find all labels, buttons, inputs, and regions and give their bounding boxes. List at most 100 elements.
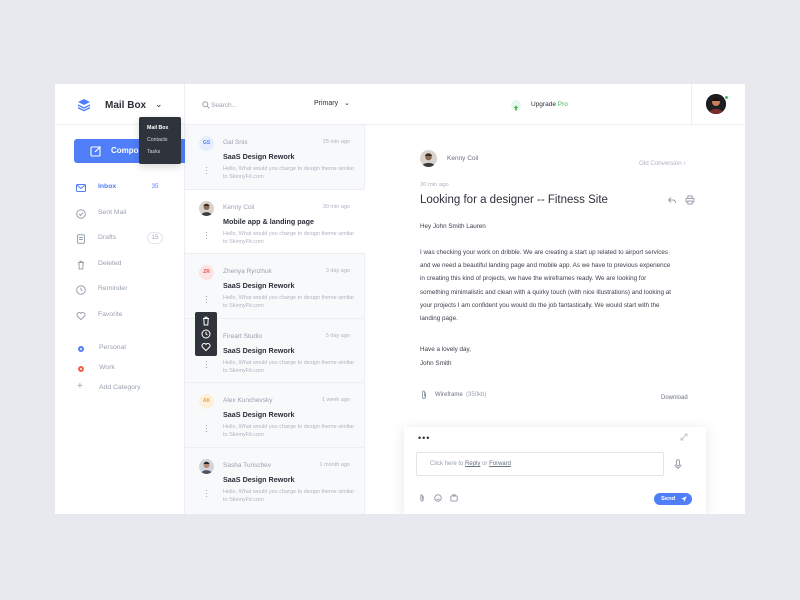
more-icon[interactable]: · · ·: [205, 164, 208, 178]
reply-icon[interactable]: [667, 195, 677, 205]
chevron-down-icon[interactable]: ⌄: [344, 99, 350, 107]
mail-subject: Mobile app & landing page: [223, 216, 315, 226]
category-label: Add Category: [99, 384, 141, 391]
mail-subject: SaaS Design Rework: [223, 474, 295, 484]
nav-label: Favorite: [98, 310, 123, 318]
mail-preview: Hello, What would you charge to design t…: [223, 230, 355, 245]
mail-subject: SaaS Design Rework: [223, 345, 295, 355]
mail-actions-popover: [195, 312, 217, 356]
nav-item-drafts[interactable]: Drafts 15: [55, 227, 185, 253]
nav-item-reminder[interactable]: Reminder: [55, 278, 185, 304]
add-category-button[interactable]: + Add Category: [55, 381, 185, 402]
nav-item-inbox[interactable]: Inbox 35: [55, 176, 185, 202]
download-link[interactable]: Download: [661, 395, 688, 401]
avatar: AK: [199, 394, 214, 409]
nav-item-favorite[interactable]: Favorite: [55, 304, 185, 330]
upgrade-button[interactable]: [511, 100, 521, 111]
brand-title: Mail Box: [105, 100, 147, 111]
nav-count: 35: [147, 181, 163, 193]
mail-sign-off: Have a lovely day,: [420, 346, 471, 353]
paper-plane-icon: [681, 496, 687, 502]
mail-preview: Hello, What would you charge to design t…: [223, 359, 355, 374]
nav-label: Inbox: [98, 183, 117, 190]
folder-nav: Inbox 35 Sent Mail Drafts 15 Deleted Rem…: [55, 176, 185, 329]
attachment-size: (350kb): [466, 392, 487, 398]
sender-avatar: [420, 150, 437, 167]
reply-link[interactable]: Reply: [465, 461, 480, 467]
search-input[interactable]: [211, 98, 291, 112]
mail-time: 1 week ago: [321, 397, 350, 403]
attachment-title: Wireframe: [435, 392, 463, 398]
image-icon[interactable]: [450, 494, 458, 502]
online-status-dot: [724, 95, 729, 100]
send-button[interactable]: Send: [654, 493, 692, 505]
mail-sender: Fireart Studio: [223, 332, 263, 340]
category-label: Work: [99, 364, 115, 371]
nav-item-sent-mail[interactable]: Sent Mail: [55, 202, 185, 228]
nav-label: Reminder: [98, 285, 128, 292]
reply-input[interactable]: Click here to Reply or Forward: [416, 452, 664, 476]
more-icon[interactable]: · · ·: [205, 293, 208, 307]
mail-item[interactable]: AK Alex Kunchevsky 1 week ago SaaS Desig…: [185, 383, 365, 448]
filter-select[interactable]: Primary: [314, 100, 338, 107]
mail-item[interactable]: GS Gal Snix 25 min ago SaaS Design Rewor…: [185, 125, 365, 190]
expand-icon[interactable]: [680, 433, 688, 441]
menu-item-mail-box[interactable]: Mail Box: [147, 125, 168, 131]
clock-icon[interactable]: [201, 329, 211, 339]
attachment-name[interactable]: Wireframe (350kb): [435, 392, 486, 398]
heart-icon[interactable]: [201, 342, 211, 352]
nav-item-deleted[interactable]: Deleted: [55, 253, 185, 279]
clock-icon: [76, 285, 86, 295]
upgrade-prefix: Upgrade: [531, 101, 556, 108]
avatar: [199, 458, 214, 474]
mail-item[interactable]: Kenny Coil 30 min ago Mobile app & landi…: [185, 189, 365, 254]
list-header: Primary ⌄: [185, 84, 365, 125]
old-conversation-label: Old Conversion: [639, 160, 682, 167]
chevron-down-icon[interactable]: ⌄: [155, 99, 163, 110]
upgrade-label[interactable]: Upgrade Pro: [531, 101, 568, 108]
mail-time: 25 min ago: [322, 139, 350, 145]
heart-icon: [76, 311, 86, 320]
microphone-icon[interactable]: [674, 459, 682, 470]
avatar: GS: [199, 136, 214, 151]
more-icon[interactable]: · · ·: [205, 422, 208, 436]
reply-options-icon[interactable]: •••: [418, 433, 430, 443]
mail-item[interactable]: Sasha Turischev 1 month ago SaaS Design …: [185, 448, 365, 513]
attach-icon[interactable]: [418, 494, 426, 502]
search-icon: [202, 101, 210, 109]
mail-list: Primary ⌄ GS Gal Snix 25 min ago SaaS De…: [185, 84, 365, 514]
print-icon[interactable]: [685, 195, 695, 205]
emoji-icon[interactable]: [434, 494, 442, 502]
mail-time: 5 day ago: [325, 332, 350, 339]
mail-subject: SaaS Design Rework: [223, 152, 295, 161]
more-icon[interactable]: · · ·: [205, 228, 208, 242]
trash-icon[interactable]: [201, 316, 211, 326]
reply-placeholder: Click here to Reply or Forward: [430, 461, 511, 467]
menu-item-tasks[interactable]: Tasks: [147, 149, 160, 155]
mail-body: I was checking your work on dribble. We …: [420, 249, 671, 323]
send-label: Send: [661, 495, 676, 502]
category-dot: [78, 346, 84, 352]
upgrade-suffix: Pro: [557, 101, 568, 108]
mail-preview: Hello, What would you charge to design t…: [223, 424, 355, 438]
old-conversation-link[interactable]: Old Conversion ›: [639, 160, 685, 167]
mail-subject: SaaS Design Rework: [223, 410, 295, 419]
forward-link[interactable]: Forward: [489, 461, 511, 467]
category-work[interactable]: Work: [55, 362, 185, 382]
reader-header: Upgrade Pro: [365, 84, 745, 125]
mail-preview: Hello, What would you charge to design t…: [223, 488, 355, 503]
inbox-icon: [76, 184, 86, 192]
trash-icon: [78, 260, 84, 269]
more-icon[interactable]: · · ·: [205, 486, 208, 500]
category-dot: [78, 366, 84, 372]
category-personal[interactable]: Personal: [55, 342, 185, 362]
mail-time: 30 min ago: [322, 203, 350, 210]
mail-subject: SaaS Design Rework: [223, 281, 295, 290]
category-label: Personal: [99, 344, 126, 351]
more-icon[interactable]: · · ·: [205, 357, 208, 371]
menu-item-contacts[interactable]: Contacts: [147, 137, 167, 143]
nav-count: 15: [147, 232, 163, 244]
avatar: [199, 200, 214, 216]
mail-item[interactable]: ZR Zhenya Rynzhuk 3 day ago SaaS Design …: [185, 254, 365, 319]
user-avatar[interactable]: [706, 94, 726, 114]
